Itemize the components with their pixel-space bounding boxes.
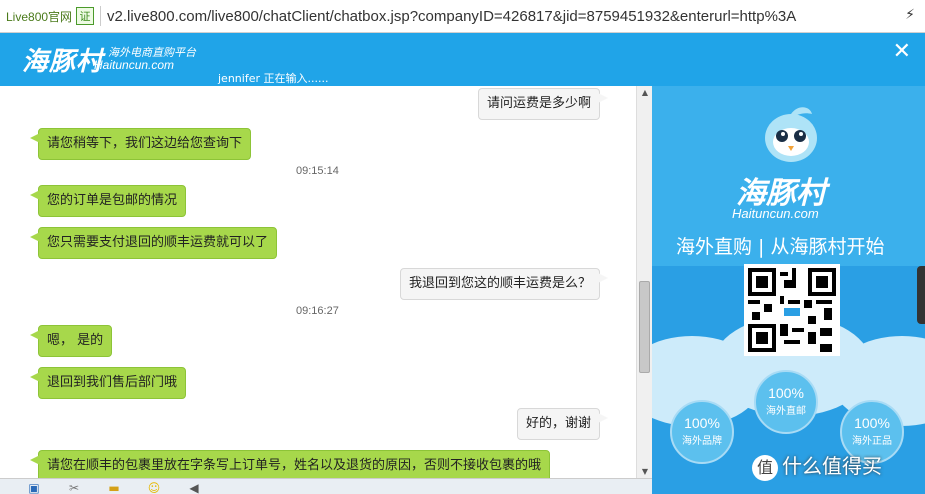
- dolphin-mascot-icon: [765, 107, 817, 162]
- logo-text: 海豚村: [22, 47, 104, 77]
- scroll-thumb[interactable]: [639, 281, 650, 373]
- user-message: 请问运费是多少啊: [477, 88, 609, 120]
- watermark: 值什么值得买: [752, 450, 882, 481]
- ad-slogan: 海外直购 | 从海豚村开始: [676, 236, 885, 258]
- side-handle[interactable]: [917, 266, 925, 324]
- qr-code: [744, 264, 840, 356]
- promo-badge: 100% 海外品牌: [670, 400, 734, 464]
- agent-message: 您只需要支付退回的顺丰运费就可以了: [29, 227, 278, 259]
- ad-brand-en: Haituncun.com: [732, 206, 819, 221]
- emoji-icon[interactable]: ☺: [146, 481, 162, 494]
- scissors-icon[interactable]: ✂: [66, 481, 82, 494]
- chat-header: 海豚村 海外电商直购平台 Haituncun.com jennifer 正在输入…: [0, 33, 925, 86]
- agent-message: 您的订单是包邮的情况: [29, 185, 187, 217]
- ad-panel[interactable]: 海豚村 Haituncun.com 海外直购 | 从海豚村开始 100% 海外直…: [652, 86, 925, 494]
- folder-icon[interactable]: ▬: [106, 481, 122, 494]
- user-message: 我退回到您这的顺丰运费是么？: [399, 268, 609, 300]
- chat-history: 请问运费是多少啊 请您稍等下，我们这边给您查询下 09:15:14 您的订单是包…: [0, 86, 636, 478]
- scroll-up-icon[interactable]: ▲: [637, 88, 653, 97]
- chat-scrollbar[interactable]: ▲ ▼: [636, 86, 652, 478]
- typing-status: jennifer 正在输入......: [218, 72, 329, 85]
- chat-toolbar: ▣ ✂ ▬ ☺ ◀: [0, 478, 652, 494]
- timestamp: 09:15:14: [296, 165, 339, 177]
- user-message: 好的，谢谢: [516, 408, 609, 440]
- save-icon[interactable]: ▣: [26, 481, 42, 494]
- close-button[interactable]: ✕: [893, 39, 911, 64]
- timestamp: 09:16:27: [296, 305, 339, 317]
- agent-message: 退回到我们售后部门哦: [29, 367, 187, 399]
- watermark-text: 什么值得买: [782, 454, 882, 478]
- promo-badge: 100% 海外直邮: [754, 370, 818, 434]
- site-label: Live800官网: [6, 9, 73, 24]
- agent-message: 嗯， 是的: [29, 325, 113, 357]
- address-bar: Live800官网 证 v2.live800.com/live800/chatC…: [0, 0, 925, 33]
- logo-domain: Haituncun.com: [94, 58, 175, 72]
- agent-message: 请您在顺丰的包裹里放在字条写上订单号，姓名以及退货的原因，否则不接收包裹的哦: [29, 450, 551, 478]
- agent-message: 请您稍等下，我们这边给您查询下: [29, 128, 252, 160]
- lightning-icon[interactable]: ⚡: [905, 7, 915, 23]
- divider: [100, 6, 102, 26]
- watermark-icon: 值: [752, 455, 778, 481]
- sound-icon[interactable]: ◀: [186, 481, 202, 494]
- certificate-icon[interactable]: 证: [76, 7, 95, 25]
- scroll-down-icon[interactable]: ▼: [637, 467, 653, 476]
- url-field[interactable]: v2.live800.com/live800/chatClient/chatbo…: [107, 8, 887, 25]
